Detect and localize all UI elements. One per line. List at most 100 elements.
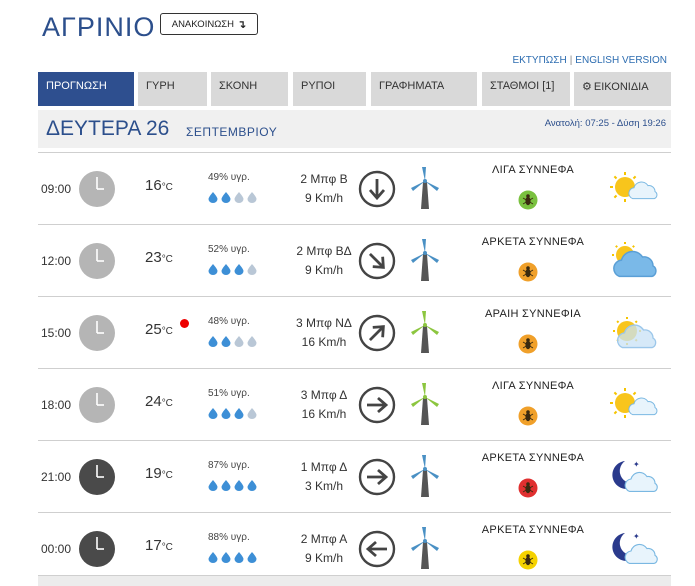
forecast-time: 09:00 [41, 182, 72, 196]
moon-cloud-icon: ✦ [607, 457, 659, 502]
announcement-label: ΑΝΑΚΟΙΝΩΣΗ [171, 18, 235, 30]
wind-speed: 9 Km/h [304, 263, 343, 277]
english-version-link[interactable]: ENGLISH VERSION [575, 55, 667, 66]
wind-direction-icon [358, 458, 396, 501]
clock-icon [78, 458, 116, 501]
tab-icons[interactable]: ⚙ ΕΙΚΟΝΙΔΙΑ [574, 72, 671, 106]
top-links: ΕΚΤΥΠΩΣΗ | ENGLISH VERSION [512, 55, 667, 66]
tab-stations[interactable]: ΣΤΑΘΜΟΙ [1] [482, 72, 570, 106]
mosquito-icon [518, 190, 538, 215]
wind-direction-icon [358, 530, 396, 573]
wind-beaufort: 2 Μπφ ΒΔ [296, 244, 352, 258]
humidity-drops-icon [208, 478, 260, 496]
wind-info: 3 Μπφ Δ 16 Km/h [279, 386, 369, 424]
wind-beaufort: 3 Μπφ ΝΔ [296, 316, 352, 330]
tab-forecast[interactable]: ΠΡΟΓΝΩΣΗ [38, 72, 134, 106]
forecast-row: 12:00 23°C 52% υγρ. 2 Μπφ ΒΔ 9 Km/h ΑΡΚΕΤ… [38, 224, 671, 295]
hazy-sun-icon [607, 313, 659, 358]
wind-speed: 16 Km/h [301, 407, 347, 421]
wind-direction-icon [358, 170, 396, 213]
temperature: 17°C [145, 537, 173, 554]
svg-text:✦: ✦ [633, 460, 640, 469]
clock-icon [78, 386, 116, 429]
bottom-band [38, 575, 671, 586]
wind-turbine-icon [408, 238, 442, 287]
temperature-value: 16 [145, 177, 162, 194]
weather-condition: ΑΡΚΕΤΑ ΣΥΝΝΕΦΑ [481, 524, 585, 536]
tab-label: ΡΥΠΟΙ [301, 80, 336, 92]
tab-label: ΣΤΑΘΜΟΙ [1] [490, 80, 555, 92]
forecast-row: 09:00 16°C 49% υγρ. 2 Μπφ Β 9 Km/h ΛΙΓΑ Σ… [38, 152, 671, 223]
mosquito-icon [518, 550, 538, 575]
tab-label: ΓΥΡΗ [146, 80, 175, 92]
temperature: 16°C [145, 177, 173, 194]
tab-dust[interactable]: ΣΚΟΝΗ [211, 72, 288, 106]
wind-beaufort: 1 Μπφ Δ [300, 460, 348, 474]
temperature-value: 25 [145, 321, 162, 338]
forecast-row: 18:00 24°C 51% υγρ. 3 Μπφ Δ 16 Km/h ΛΙΓΑ … [38, 368, 671, 439]
humidity: 52% υγρ. [208, 244, 250, 255]
wind-speed: 16 Km/h [301, 335, 347, 349]
weather-condition: ΛΙΓΑ ΣΥΝΝΕΦΑ [492, 164, 574, 176]
sunrise-sunset: Ανατολή: 07:25 - Δύση 19:26 [544, 118, 666, 129]
sun-cloud-icon [607, 385, 659, 430]
mosquito-icon [518, 478, 538, 503]
wind-direction-icon [358, 242, 396, 285]
humidity-drops-icon [208, 406, 260, 424]
print-link[interactable]: ΕΚΤΥΠΩΣΗ [512, 55, 566, 66]
city-title: ΑΓΡΙΝΙΟ [42, 12, 156, 42]
temperature-unit: °C [161, 326, 173, 337]
humidity: 87% υγρ. [208, 460, 250, 471]
forecast-time: 15:00 [41, 326, 72, 340]
forecast-time: 21:00 [41, 470, 72, 484]
wind-direction-icon [358, 386, 396, 429]
humidity-drops-icon [208, 550, 260, 568]
mosquito-icon [518, 334, 538, 359]
sun-cloud-icon [607, 169, 659, 214]
wind-direction-icon [358, 314, 396, 357]
clock-icon [78, 242, 116, 285]
temperature: 25°C [145, 321, 173, 338]
wind-turbine-icon [408, 166, 442, 215]
temperature-value: 24 [145, 393, 162, 410]
weather-condition: ΑΡΚΕΤΑ ΣΥΝΝΕΦΑ [481, 452, 585, 464]
wind-beaufort: 3 Μπφ Δ [300, 388, 348, 402]
wind-info: 2 Μπφ Β 9 Km/h [279, 170, 369, 208]
tab-pollutants[interactable]: ΡΥΠΟΙ [293, 72, 366, 106]
wind-speed: 9 Km/h [304, 551, 343, 565]
humidity: 51% υγρ. [208, 388, 250, 399]
day-month: ΣΕΠΤΕΜΒΡΙΟΥ [186, 125, 278, 139]
heat-alert-icon[interactable] [180, 319, 189, 328]
wind-turbine-icon [408, 310, 442, 359]
wind-info: 2 Μπφ ΒΔ 9 Km/h [279, 242, 369, 280]
temperature: 19°C [145, 465, 173, 482]
wind-turbine-icon [408, 382, 442, 431]
wind-turbine-icon [408, 454, 442, 503]
tab-pollen[interactable]: ΓΥΡΗ [138, 72, 207, 106]
temperature-unit: °C [161, 182, 173, 193]
wind-info: 3 Μπφ ΝΔ 16 Km/h [279, 314, 369, 352]
gear-icon: ⚙ [582, 81, 592, 93]
wind-info: 1 Μπφ Δ 3 Km/h [279, 458, 369, 496]
temperature-value: 19 [145, 465, 162, 482]
temperature-unit: °C [161, 542, 173, 553]
weather-condition: ΑΡΑΙΗ ΣΥΝΝΕΦΙΑ [485, 308, 581, 320]
mosquito-icon [518, 262, 538, 287]
wind-info: 2 Μπφ Α 9 Km/h [279, 530, 369, 568]
humidity: 48% υγρ. [208, 316, 250, 327]
tab-bar: ΠΡΟΓΝΩΣΗ ΓΥΡΗ ΣΚΟΝΗ ΡΥΠΟΙ ΓΡΑΦΗΜΑΤΑ ΣΤΑΘ… [38, 72, 671, 106]
tab-charts[interactable]: ΓΡΑΦΗΜΑΤΑ [371, 72, 477, 106]
humidity-drops-icon [208, 262, 260, 280]
mosquito-icon [518, 406, 538, 431]
temperature-unit: °C [161, 398, 173, 409]
forecast-time: 12:00 [41, 254, 72, 268]
forecast-row: 21:00 19°C 87% υγρ. 1 Μπφ Δ 3 Km/h ΑΡΚΕΤΑ… [38, 440, 671, 511]
svg-text:✦: ✦ [633, 532, 640, 541]
announcement-button[interactable]: ΑΝΑΚΟΙΝΩΣΗ ↴ [160, 13, 258, 35]
link-separator: | [569, 55, 573, 66]
temperature: 24°C [145, 393, 173, 410]
temperature-unit: °C [161, 254, 173, 265]
wind-speed: 3 Km/h [304, 479, 343, 493]
temperature-value: 23 [145, 249, 162, 266]
weather-condition: ΑΡΚΕΤΑ ΣΥΝΝΕΦΑ [481, 236, 585, 248]
